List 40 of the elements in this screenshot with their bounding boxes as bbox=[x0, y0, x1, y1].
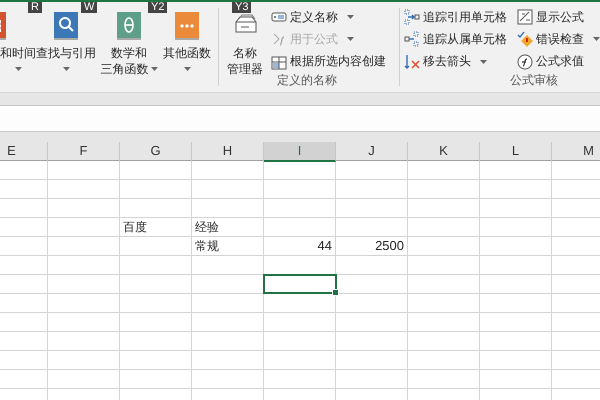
function-icon bbox=[271, 31, 287, 48]
column-header[interactable]: E bbox=[0, 142, 48, 162]
ribbon-command[interactable]: 根据所选内容创建 bbox=[269, 50, 388, 73]
column-header[interactable]: G bbox=[120, 142, 192, 162]
ribbon-command[interactable]: 显示公式 bbox=[515, 6, 600, 28]
ribbon-command[interactable]: 公式求值 bbox=[515, 50, 600, 73]
key-tip: Y3 bbox=[232, 2, 252, 13]
active-cell[interactable] bbox=[263, 274, 337, 294]
table-icon bbox=[271, 54, 287, 70]
table-cell-text: 44 bbox=[316, 237, 333, 255]
function-icon bbox=[517, 54, 533, 70]
formula-sheet-icon bbox=[517, 9, 533, 26]
ribbon-command[interactable]: 定义名称 bbox=[269, 6, 388, 28]
column-header[interactable]: M bbox=[552, 142, 600, 162]
warning-icon bbox=[517, 31, 533, 48]
column-header[interactable]: I bbox=[264, 142, 336, 162]
dots-icon bbox=[174, 10, 200, 40]
ribbon-command[interactable]: 追踪引用单元格 bbox=[402, 6, 509, 28]
column-header[interactable]: L bbox=[480, 142, 552, 162]
table-cell-text: 2500 bbox=[374, 237, 405, 255]
ribbon-command[interactable]: 错误检查 bbox=[515, 28, 600, 51]
theta-icon bbox=[116, 10, 142, 40]
remove-arrows-icon bbox=[404, 54, 420, 70]
arrow-icon bbox=[404, 31, 420, 48]
group-label: 公式审核 bbox=[509, 73, 559, 89]
ribbon-command[interactable]: 追踪从属单元格 bbox=[402, 28, 509, 51]
fill-handle[interactable] bbox=[332, 289, 339, 296]
key-tip: R bbox=[28, 2, 42, 13]
table-cell-text: 百度 bbox=[122, 219, 148, 236]
column-header[interactable]: J bbox=[336, 142, 408, 162]
column-header[interactable]: K bbox=[408, 142, 480, 162]
column-header[interactable]: F bbox=[48, 142, 120, 162]
key-tip: W bbox=[81, 2, 98, 13]
search-icon bbox=[53, 10, 79, 40]
arrow-icon bbox=[404, 9, 420, 26]
key-tip: Y2 bbox=[148, 2, 168, 13]
ribbon-command[interactable]: 移去箭头 bbox=[402, 50, 509, 73]
table-cell-text: 经验 bbox=[194, 219, 220, 236]
table-cell-text: 常规 bbox=[194, 238, 220, 255]
group-label: 定义的名称 bbox=[276, 73, 338, 89]
